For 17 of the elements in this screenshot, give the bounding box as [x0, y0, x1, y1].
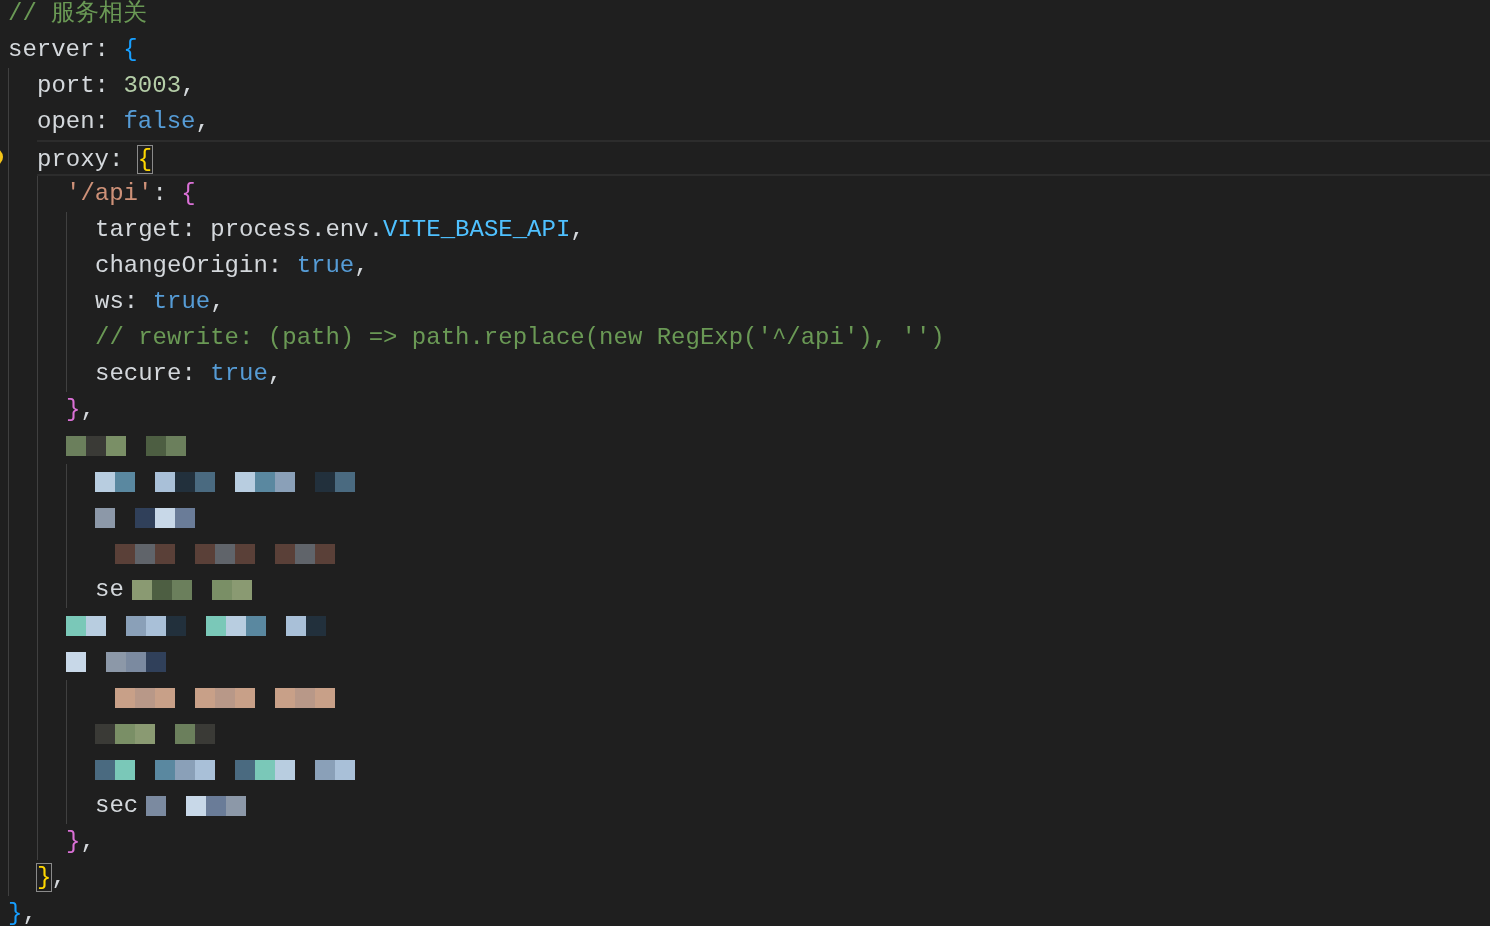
code-line: server: { [8, 35, 139, 65]
code-line: changeOrigin: true, [95, 251, 370, 281]
code-line: target: process.env.VITE_BASE_API, [95, 215, 586, 245]
code-line: proxy: { [37, 140, 1490, 176]
code-line: '/api': { [66, 179, 197, 209]
code-line: secure: true, [95, 359, 284, 389]
code-line: }, [37, 863, 67, 893]
code-line: // rewrite: (path) => path.replace(new RegExp('^/api'), '') [95, 323, 946, 353]
code-line: }, [66, 395, 96, 425]
code-line: // 服务相关 [8, 0, 149, 29]
code-line: port: 3003, [37, 71, 197, 101]
code-line: }, [66, 827, 96, 857]
code-line: open: false, [37, 107, 211, 137]
code-line: }, [8, 899, 38, 926]
code-line: ws: true, [95, 287, 226, 317]
code-text: se [95, 575, 124, 605]
code-text: sec [95, 791, 139, 821]
